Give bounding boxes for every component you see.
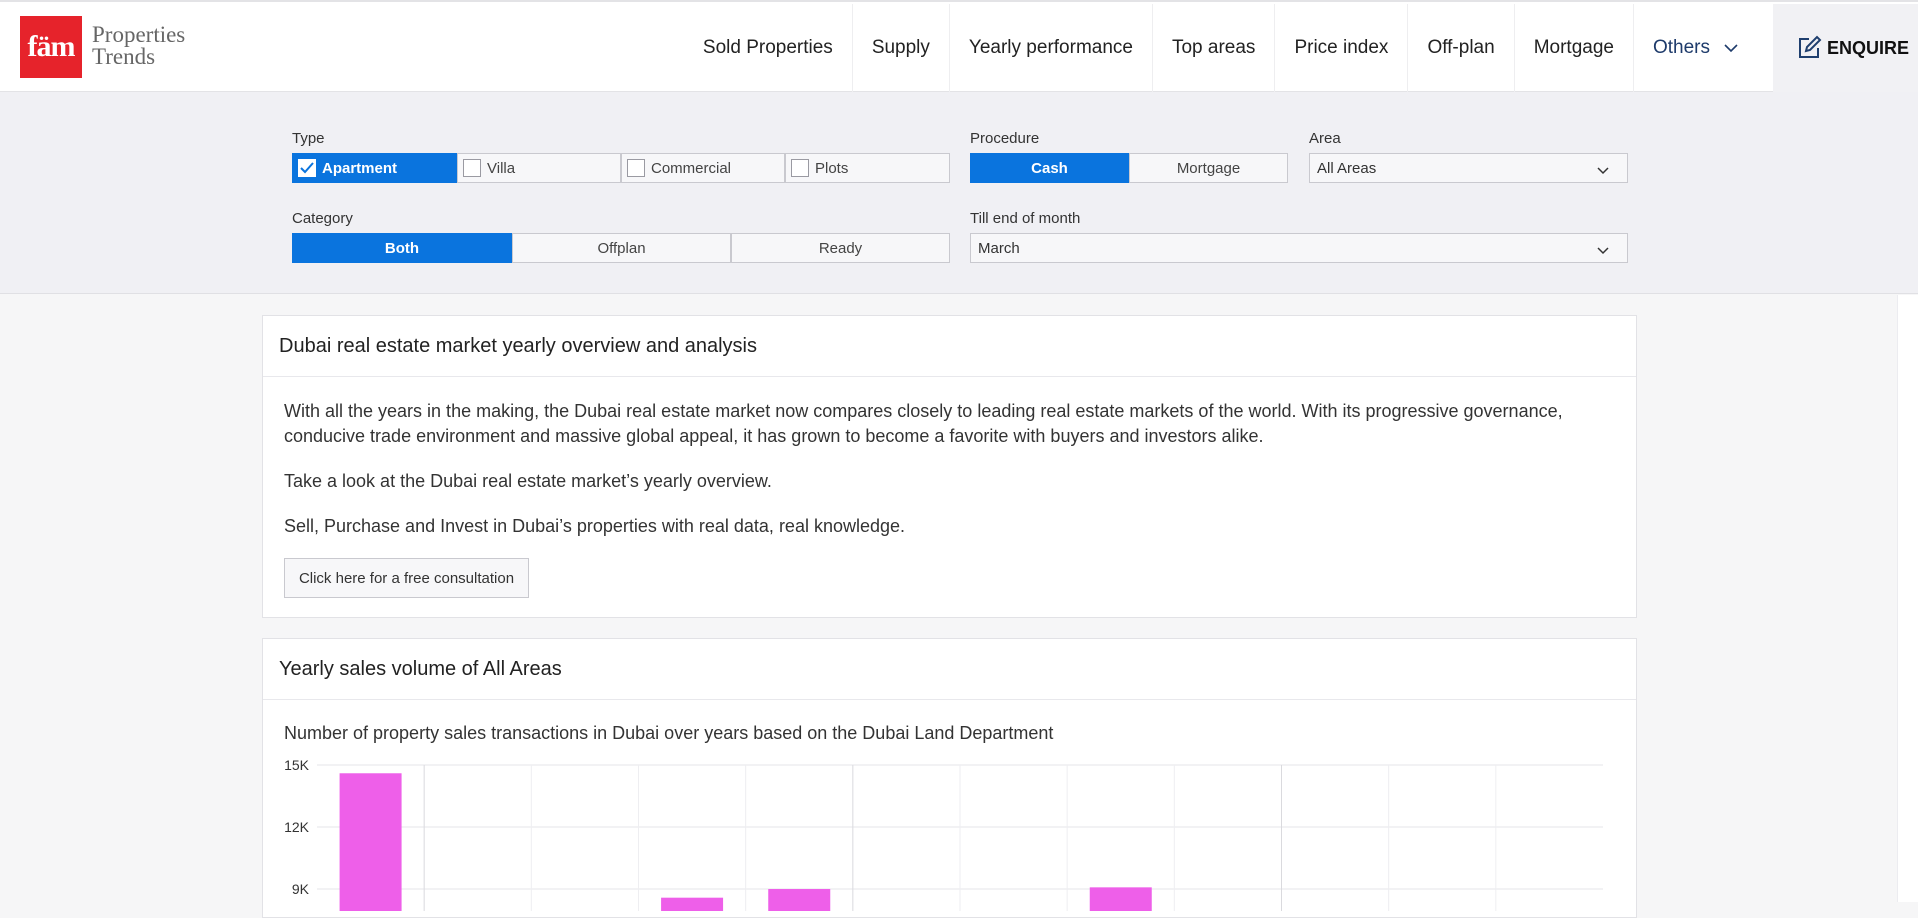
free-consultation-button[interactable]: Click here for a free consultation [284, 558, 529, 598]
bar[interactable] [661, 897, 724, 911]
type-option-label: Commercial [651, 159, 732, 177]
sales-volume-chart: 15K 12K 9K [284, 757, 1603, 911]
sales-chart-caption: Number of property sales transactions in… [284, 723, 1054, 743]
nav-supply[interactable]: Supply [851, 4, 949, 92]
sales-volume-card: Yearly sales volume of All Areas Number … [262, 638, 1637, 918]
logo-mark: fäm [27, 30, 76, 63]
type-option-commercial[interactable]: Commercial [621, 153, 785, 183]
nav-yearly-performance[interactable]: Yearly performance [948, 4, 1152, 92]
brand-name-line2: Trends [92, 44, 156, 69]
procedure-label: Procedure [970, 130, 1040, 147]
nav-top-areas[interactable]: Top areas [1151, 4, 1274, 92]
nav-price-index[interactable]: Price index [1274, 4, 1407, 92]
chevron-down-icon [1597, 242, 1609, 259]
bar[interactable] [768, 889, 831, 911]
nav-others-label: Others [1652, 37, 1710, 58]
procedure-selector: Cash Mortgage [970, 153, 1288, 183]
area-select[interactable]: All Areas [1309, 153, 1628, 183]
bar[interactable] [339, 773, 402, 911]
main-nav: Sold Properties Supply Yearly performanc… [684, 4, 1768, 92]
procedure-option-mortgage[interactable]: Mortgage [1129, 153, 1288, 183]
checkbox-checked-icon [298, 159, 316, 177]
procedure-option-cash[interactable]: Cash [970, 153, 1129, 183]
enquire-button[interactable]: ENQUIRE [1773, 4, 1918, 92]
type-option-label: Plots [815, 159, 849, 177]
type-option-label: Villa [487, 159, 516, 177]
category-option-ready[interactable]: Ready [731, 233, 950, 263]
overview-paragraph: Sell, Purchase and Invest in Dubai’s pro… [284, 516, 906, 536]
overview-paragraph: With all the years in the making, the Du… [284, 401, 1563, 446]
overview-paragraph: Take a look at the Dubai real estate mar… [284, 471, 772, 491]
area-select-value: All Areas [1317, 159, 1377, 177]
filter-panel: Type Apartment Villa Commercial Plots Pr… [0, 92, 1918, 294]
area-label: Area [1309, 130, 1341, 147]
chevron-down-icon [1724, 40, 1738, 56]
type-option-plots[interactable]: Plots [785, 153, 950, 183]
checkbox-icon [627, 159, 645, 177]
nav-off-plan[interactable]: Off-plan [1407, 4, 1513, 92]
checkbox-icon [463, 159, 481, 177]
checkbox-icon [791, 159, 809, 177]
chevron-down-icon [1597, 162, 1609, 179]
month-select-value: March [978, 239, 1020, 257]
type-selector: Apartment Villa Commercial Plots [292, 153, 950, 183]
overview-card: Dubai real estate market yearly overview… [262, 315, 1637, 618]
nav-others-dropdown[interactable]: Others [1632, 4, 1768, 92]
edit-icon [1799, 35, 1822, 58]
month-label: Till end of month [970, 210, 1081, 227]
type-option-label: Apartment [322, 159, 398, 177]
brand-name-line1: Properties [92, 22, 186, 47]
type-label: Type [292, 130, 325, 147]
bar[interactable] [1089, 887, 1152, 911]
type-option-villa[interactable]: Villa [457, 153, 621, 183]
category-option-both[interactable]: Both [292, 233, 512, 263]
brand-logo[interactable]: fäm [20, 16, 82, 78]
category-label: Category [292, 210, 353, 227]
scrollbar-track[interactable] [1897, 295, 1918, 902]
category-selector: Both Offplan Ready [292, 233, 950, 263]
sales-volume-title: Yearly sales volume of All Areas [263, 639, 1636, 700]
month-select[interactable]: March [970, 233, 1628, 263]
y-tick-label: 15K [284, 757, 310, 773]
y-tick-label: 12K [284, 819, 310, 835]
type-option-apartment[interactable]: Apartment [292, 153, 457, 183]
top-navigation-bar: fäm Properties Trends Sold Properties Su… [0, 0, 1918, 92]
nav-mortgage[interactable]: Mortgage [1513, 4, 1633, 92]
overview-title: Dubai real estate market yearly overview… [263, 316, 1636, 377]
nav-sold-properties[interactable]: Sold Properties [684, 4, 852, 92]
y-tick-label: 9K [292, 881, 310, 897]
enquire-label: ENQUIRE [1827, 37, 1910, 58]
category-option-offplan[interactable]: Offplan [512, 233, 731, 263]
brand-name[interactable]: Properties Trends [92, 22, 186, 69]
